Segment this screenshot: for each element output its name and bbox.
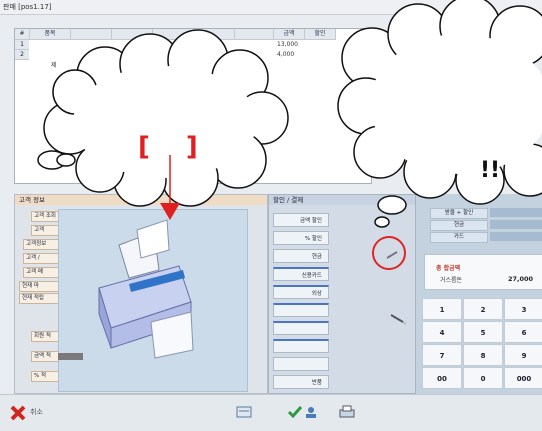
right-cloud <box>337 0 542 228</box>
exclaim-annotation: !! <box>480 158 501 183</box>
highlight-ring <box>372 236 406 270</box>
bracket-annotation: [] <box>138 132 234 162</box>
bracket-left: [ <box>138 132 186 162</box>
left-cloud <box>37 29 289 207</box>
bracket-right: ] <box>185 132 234 162</box>
arrow-down-icon <box>160 203 180 220</box>
annotation-layer <box>37 0 542 228</box>
